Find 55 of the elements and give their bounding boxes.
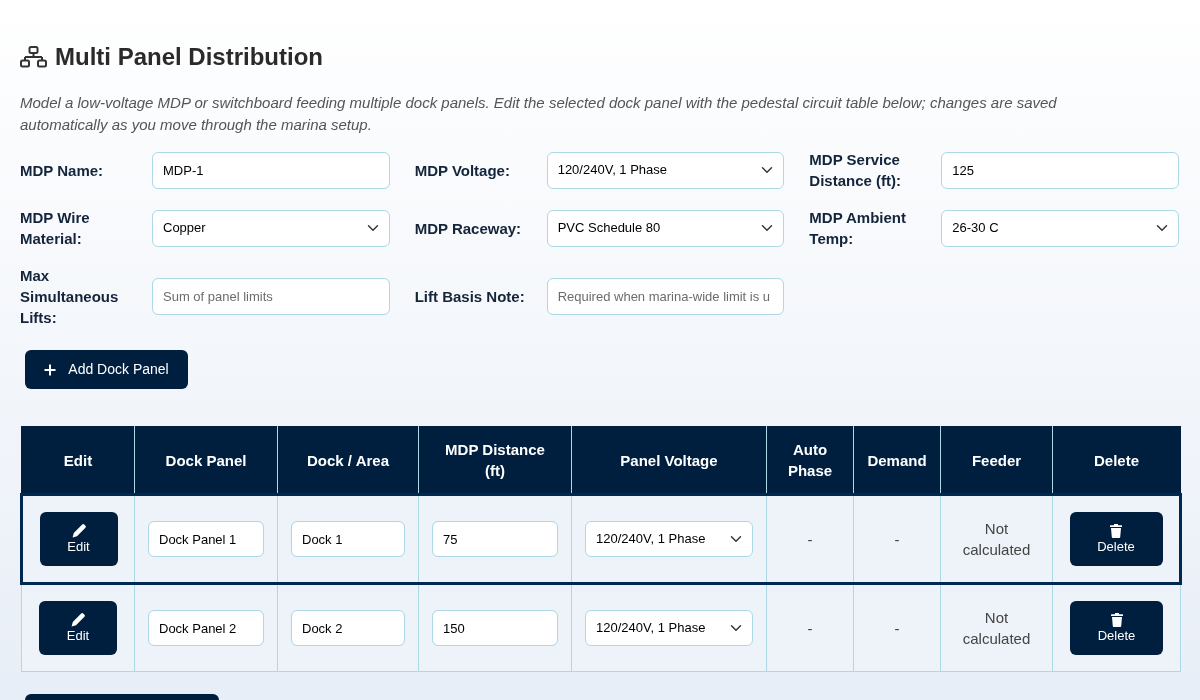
trash-icon [1109, 524, 1123, 538]
edit-button[interactable]: Edit [39, 601, 117, 655]
select-dropdown[interactable]: 120/240V, 1 Phase [546, 151, 785, 189]
select-dropdown[interactable]: 120/240V, 1 Phase [585, 610, 753, 646]
table-cell: - [853, 494, 941, 584]
trash-icon [1109, 613, 1124, 627]
column-header: Dock / Area [277, 426, 419, 495]
field-label: Max Simultaneous Lifts: [20, 266, 120, 328]
action-button[interactable] [25, 694, 219, 700]
column-header: Delete [1052, 426, 1181, 495]
column-header: Feeder [940, 426, 1053, 495]
input-field[interactable]: Sum of panel limits [152, 278, 390, 315]
table-cell: Not calculated [940, 494, 1053, 584]
delete-button[interactable]: Delete [1069, 512, 1163, 566]
column-header: Edit [21, 426, 135, 495]
edit-button[interactable]: Edit [39, 512, 118, 566]
table-row[interactable]: Edit Dock Panel 1 Dock 1 75 120/240V, 1 Phase - - Not calculated Delete [21, 494, 1181, 584]
field-label: Lift Basis Note: [414, 287, 526, 307]
table-row[interactable]: Edit Dock Panel 2 Dock 2 150 120/240V, 1 Phase - - Not calculated Delete [21, 583, 1181, 672]
delete-button[interactable]: Delete [1070, 601, 1163, 655]
field-label: MDP Wire Material: [20, 208, 91, 249]
select-dropdown[interactable]: PVC Schedule 80 [546, 209, 785, 247]
table-cell: Not calculated [940, 583, 1053, 672]
input-field[interactable]: Dock 2 [291, 610, 405, 646]
column-header: Panel Voltage [571, 426, 767, 495]
input-field[interactable]: Dock 1 [291, 521, 405, 557]
page-title: Multi Panel Distribution [55, 42, 323, 71]
field-label: MDP Name: [20, 160, 105, 181]
pencil-icon [71, 613, 85, 627]
field-label: MDP Service Distance (ft): [809, 150, 902, 191]
pencil-icon [71, 524, 86, 538]
select-dropdown[interactable]: Copper [152, 209, 390, 247]
input-field[interactable]: Dock Panel 2 [148, 610, 264, 646]
add-dock-panel-button[interactable]: Add Dock Panel [25, 350, 188, 389]
input-field[interactable]: 150 [432, 610, 558, 646]
column-header: Demand [853, 426, 941, 495]
column-header: Dock Panel [134, 426, 278, 495]
column-header: Auto Phase [766, 426, 854, 495]
select-dropdown[interactable]: 120/240V, 1 Phase [585, 521, 753, 557]
input-field[interactable]: Required when marina-wide limit is u [546, 278, 785, 315]
table-cell: - [853, 583, 941, 672]
network-icon [20, 45, 47, 68]
input-field[interactable]: Dock Panel 1 [148, 521, 264, 557]
page-description: Model a low-voltage MDP or switchboard feeding multiple dock panels. Edit the selected dock panel with the pedestal circuit table below; changes are saved automatically as you move through the marina setup. [20, 93, 1058, 135]
input-field[interactable]: 75 [432, 521, 558, 557]
field-label: MDP Raceway: [414, 218, 523, 239]
table-cell: - [766, 583, 854, 672]
select-dropdown[interactable]: 26-30 C [941, 209, 1179, 247]
input-field[interactable]: 125 [941, 151, 1179, 189]
column-header: MDP Distance (ft) [418, 426, 572, 495]
field-label: MDP Voltage: [414, 160, 511, 181]
field-label: MDP Ambient Temp: [809, 208, 907, 249]
table-cell: - [766, 494, 854, 584]
plus-icon [44, 363, 57, 376]
input-field[interactable]: MDP-1 [152, 151, 390, 189]
